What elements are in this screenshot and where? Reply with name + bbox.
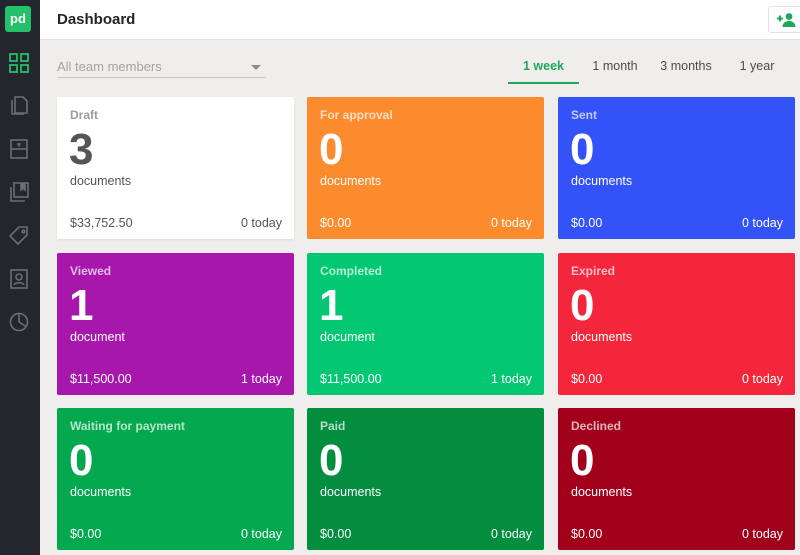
status-card-draft[interactable]: Draft 3 documents $33,752.50 0 today [57,97,294,239]
card-amount: $11,500.00 [320,372,382,386]
card-today: 0 today [240,527,282,541]
card-title: Viewed [70,264,112,278]
card-title: Completed [320,264,383,278]
documents-icon[interactable] [7,93,31,117]
content-library-icon[interactable] [7,180,31,204]
card-amount: $0.00 [571,372,603,386]
card-unit: documents [571,330,633,344]
status-card-completed[interactable]: Completed 1 document $11,500.00 1 today [307,253,544,395]
card-count: 1 [319,281,344,330]
card-today: 0 today [240,216,282,230]
card-unit: documents [320,174,382,188]
card-amount: $0.00 [320,216,352,230]
card-unit: documents [70,485,132,499]
team-members-filter-placeholder: All team members [57,59,162,74]
status-card-sent[interactable]: Sent 0 documents $0.00 0 today [558,97,795,239]
card-amount: $33,752.50 [70,216,133,230]
card-amount: $0.00 [70,527,102,541]
card-count: 0 [319,436,344,485]
status-card-for-approval[interactable]: For approval 0 documents $0.00 0 today [307,97,544,239]
card-unit: document [70,330,125,344]
status-card-waiting-for-payment[interactable]: Waiting for payment 0 documents $0.00 0 … [57,408,294,550]
tab-1-month[interactable]: 1 month [584,49,646,84]
card-title: Paid [320,419,346,433]
card-unit: document [320,330,375,344]
status-card-paid[interactable]: Paid 0 documents $0.00 0 today [307,408,544,550]
tab-3-months[interactable]: 3 months [652,49,720,84]
page-title: Dashboard [57,11,136,28]
top-header: Dashboard [40,0,800,40]
card-unit: documents [320,485,382,499]
dashboard-grid-icon[interactable] [7,51,31,75]
card-count: 0 [69,436,94,485]
card-count: 1 [69,281,94,330]
card-today: 0 today [741,216,783,230]
card-title: Declined [571,419,622,433]
card-today: 0 today [490,216,532,230]
card-amount: $0.00 [571,527,603,541]
card-unit: documents [70,174,132,188]
chevron-down-icon [251,65,261,70]
card-title: Draft [70,108,99,122]
add-team-member-button[interactable] [768,6,800,33]
team-members-filter[interactable]: All team members [57,57,266,78]
card-title: Expired [571,264,616,278]
pandadoc-logo[interactable]: pd [5,6,31,32]
status-card-viewed[interactable]: Viewed 1 document $11,500.00 1 today [57,253,294,395]
card-today: 0 today [490,527,532,541]
card-today: 0 today [741,527,783,541]
add-person-icon [776,12,795,27]
card-title: Waiting for payment [70,419,185,433]
reports-pie-icon[interactable] [7,310,31,334]
card-unit: documents [571,485,633,499]
status-card-expired[interactable]: Expired 0 documents $0.00 0 today [558,253,795,395]
card-title: For approval [320,108,393,122]
card-today: 0 today [741,372,783,386]
sidebar: pd [0,0,40,555]
templates-icon[interactable] [7,137,31,161]
contacts-icon[interactable] [7,267,31,291]
card-title: Sent [571,108,598,122]
card-count: 3 [69,125,94,174]
card-today: 1 today [490,372,532,386]
card-amount: $11,500.00 [70,372,132,386]
card-unit: documents [571,174,633,188]
card-count: 0 [319,125,344,174]
card-count: 0 [570,436,595,485]
card-amount: $0.00 [320,527,352,541]
card-today: 1 today [240,372,282,386]
tab-1-week[interactable]: 1 week [508,49,579,84]
tab-1-year[interactable]: 1 year [729,49,785,84]
status-card-declined[interactable]: Declined 0 documents $0.00 0 today [558,408,795,550]
card-count: 0 [570,125,595,174]
catalog-tag-icon[interactable] [7,224,31,248]
card-amount: $0.00 [571,216,603,230]
card-count: 0 [570,281,595,330]
